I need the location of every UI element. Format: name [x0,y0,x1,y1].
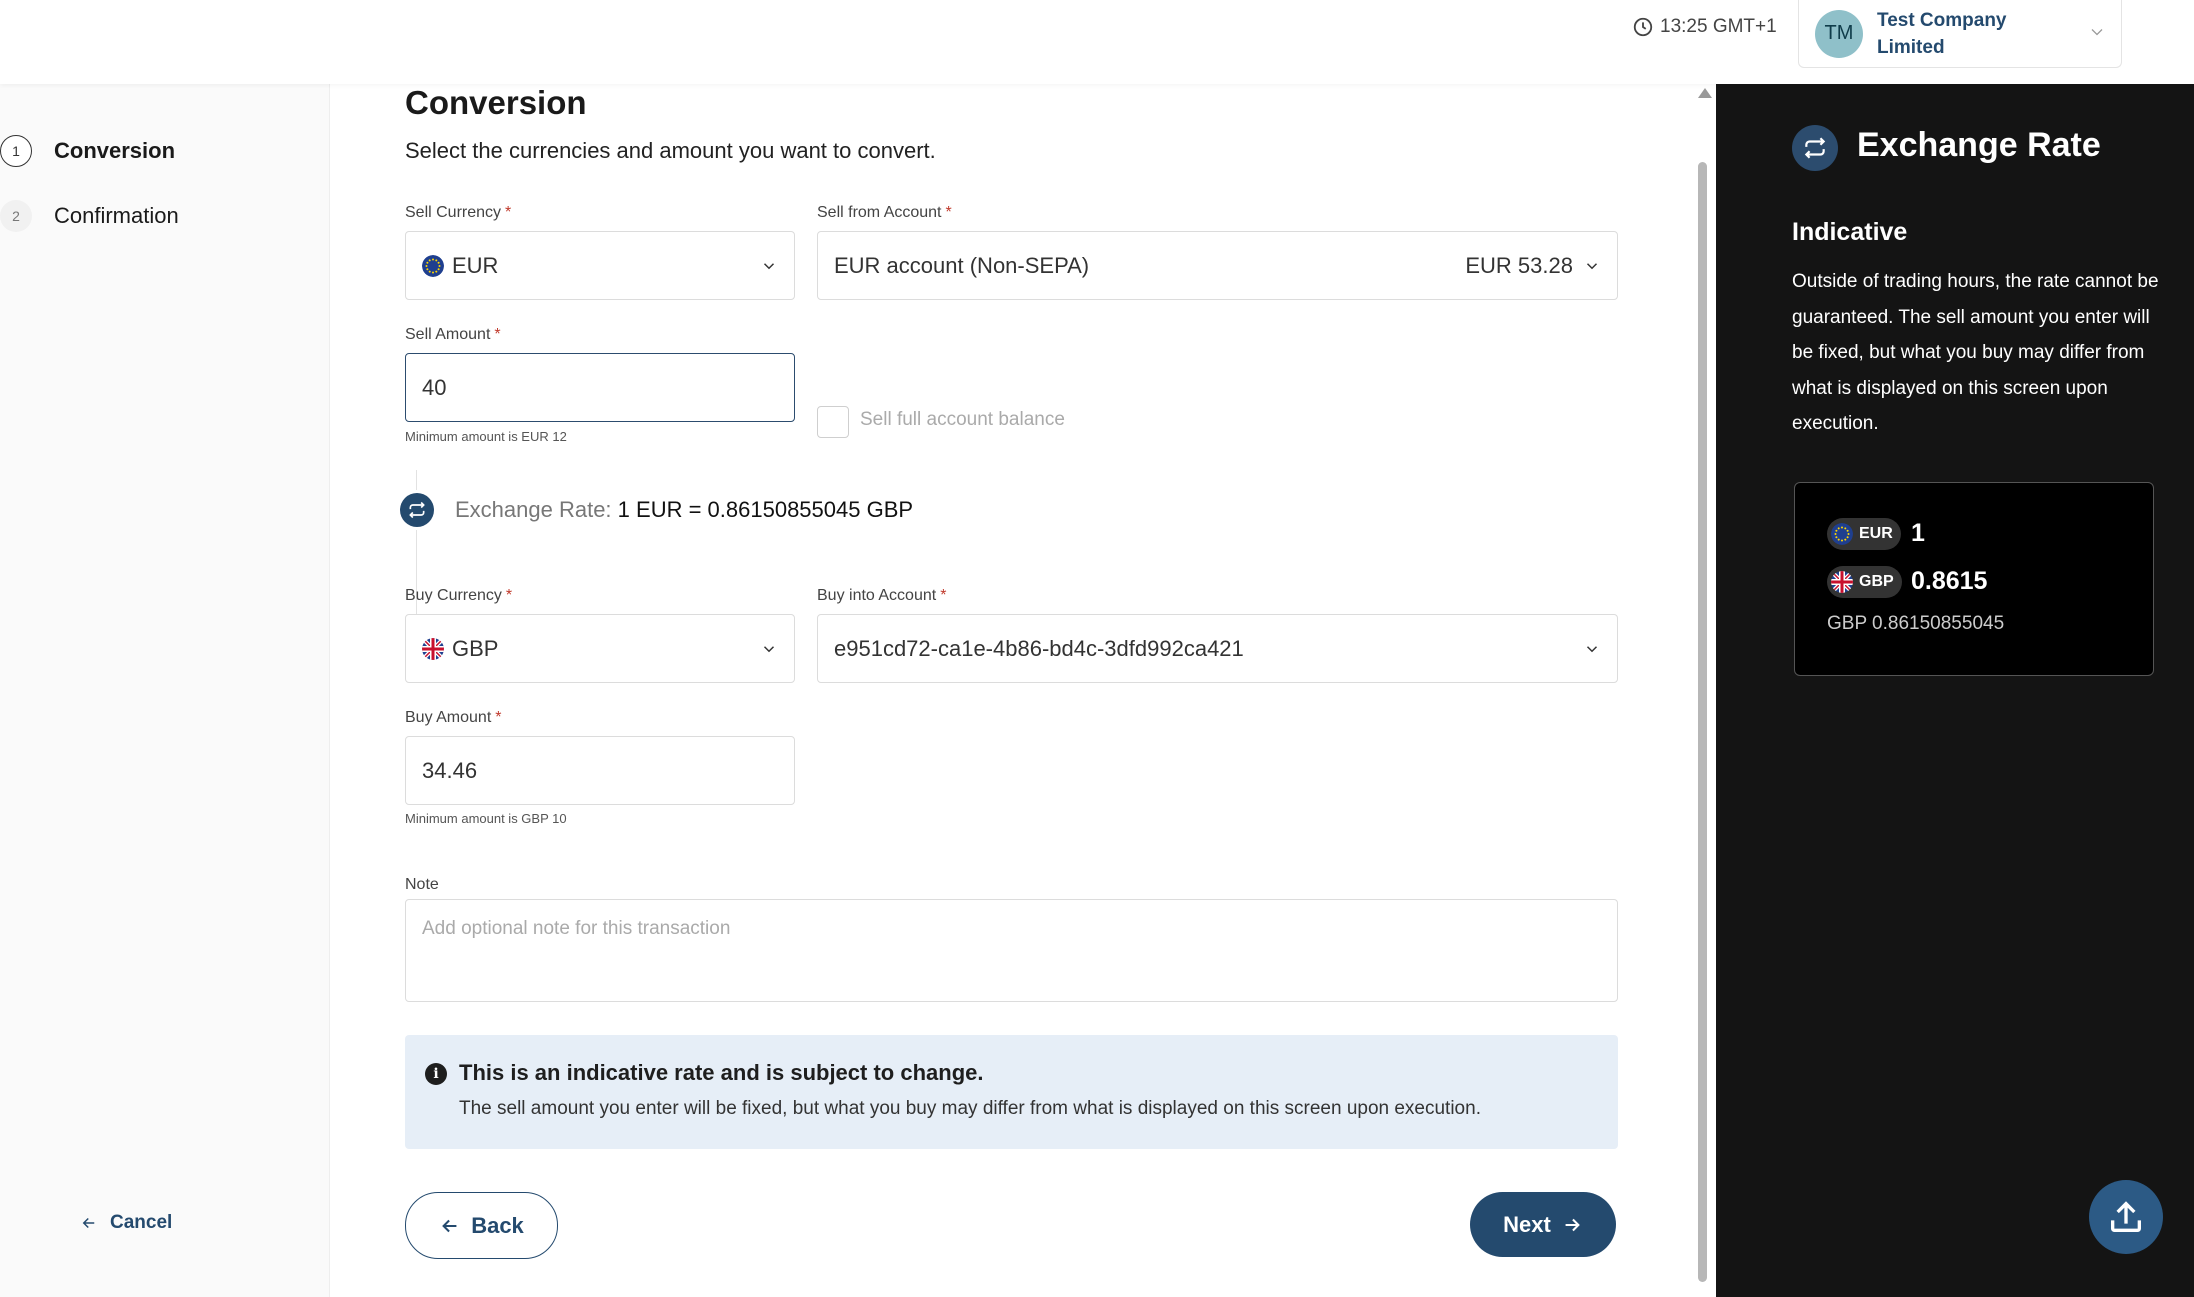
full-rate: GBP 0.86150855045 [1827,613,2005,634]
buy-account-value: e951cd72-ca1e-4b86-bd4c-3dfd992ca421 [834,635,1244,661]
swap-icon [1804,137,1826,159]
info-icon: i [425,1063,447,1085]
sell-rate-value: 1 [1911,519,1925,547]
rate-card: EUR 1 GBP 0.8615 GBP 0.86150855045 [1794,482,2154,676]
company-switcher[interactable]: TM Test Company Limited [1798,0,2122,68]
panel-subtitle: Indicative [1792,218,1908,246]
step-number: 1 [0,135,32,167]
next-label: Next [1503,1211,1551,1237]
note-label: Note [405,876,439,893]
buy-amount-value: 34.46 [422,757,478,783]
sell-account-balance: EUR 53.28 [1465,252,1573,278]
rate-swap-badge [400,493,434,527]
page-subtitle: Select the currencies and amount you wan… [405,138,936,163]
sell-account-select[interactable]: EUR account (Non-SEPA) EUR 53.28 [817,231,1618,300]
buy-amount-hint: Minimum amount is GBP 10 [405,811,567,826]
step-label: Conversion [54,138,176,163]
uk-flag-icon [1831,571,1853,593]
exchange-rate-panel: Exchange Rate Indicative Outside of trad… [1716,84,2194,1297]
chevron-down-icon [2091,29,2103,36]
arrow-left-icon [82,1217,95,1229]
scrollbar-thumb[interactable] [1698,162,1707,1282]
page-title: Conversion [405,84,587,121]
buy-currency-label: Buy Currency * [405,587,513,604]
exchange-rate-value: 1 EUR = 0.86150855045 GBP [617,497,914,522]
sell-account-label: Sell from Account * [817,204,952,221]
required-mark: * [505,587,513,604]
step-conversion[interactable]: 1 Conversion [0,135,175,167]
clock-icon [1633,17,1653,37]
sell-amount-value: 40 [422,374,447,400]
chevron-down-icon [763,645,775,652]
back-button[interactable]: Back [405,1192,558,1259]
buy-rate-value: 0.8615 [1911,567,1988,595]
buy-code: GBP [1859,573,1894,590]
exchange-rate: Exchange Rate: 1 EUR = 0.86150855045 GBP [455,497,913,523]
current-time: 13:25 GMT+1 [1660,16,1777,37]
buy-amount-input[interactable]: 34.46 [405,736,795,805]
step-number: 2 [0,200,32,232]
top-bar: 13:25 GMT+1 TM Test Company Limited [0,0,2194,84]
buy-account-label: Buy into Account * [817,587,947,604]
sell-amount-hint: Minimum amount is EUR 12 [405,429,567,444]
sell-currency-pill: EUR [1827,518,1901,550]
buy-currency-pill: GBP [1827,566,1902,598]
note-textarea[interactable]: Add optional note for this transaction [405,899,1618,1002]
chevron-down-icon [1586,645,1598,652]
clock: 13:25 GMT+1 [1632,16,1777,38]
required-mark: * [495,709,502,726]
sell-full-balance-checkbox[interactable] [817,406,849,438]
sell-full-balance-label: Sell full account balance [860,409,1065,430]
required-mark: * [505,204,512,221]
sell-code: EUR [1859,525,1893,542]
sell-currency-value: EUR [452,252,499,278]
note-placeholder: Add optional note for this transaction [422,918,731,939]
buy-account-select[interactable]: e951cd72-ca1e-4b86-bd4c-3dfd992ca421 [817,614,1618,683]
next-button[interactable]: Next [1470,1192,1616,1257]
back-label: Back [471,1212,524,1238]
sell-amount-input[interactable]: 40 [405,353,795,422]
buy-amount-label: Buy Amount * [405,709,502,726]
steps-sidebar: 1 Conversion 2 Confirmation Cancel [0,84,330,1297]
sell-currency-select[interactable]: EUR [405,231,795,300]
company-name: Test Company Limited [1877,9,2007,58]
upload-icon [2111,1201,2141,1232]
sell-currency-label: Sell Currency * [405,204,512,221]
swap-icon [409,501,425,519]
scroll-up-arrow[interactable] [1698,88,1712,98]
exchange-rate-label: Exchange Rate: [455,497,612,522]
upload-button[interactable] [2089,1180,2163,1254]
chevron-down-icon [1586,262,1598,269]
required-mark: * [940,587,947,604]
alert-body: The sell amount you enter will be fixed,… [459,1098,1481,1119]
buy-currency-value: GBP [452,635,499,661]
conversion-form: Conversion Select the currencies and amo… [330,84,1694,1297]
alert-title: This is an indicative rate and is subjec… [459,1060,984,1085]
uk-flag-icon [422,637,444,660]
panel-description: Outside of trading hours, the rate canno… [1792,271,2159,434]
sell-amount-label: Sell Amount * [405,326,501,343]
step-label: Confirmation [54,203,179,228]
required-mark: * [945,204,952,221]
panel-swap-badge [1792,125,1838,171]
eu-flag-icon [1831,523,1853,545]
panel-title: Exchange Rate [1857,126,2101,164]
eu-flag-icon [422,254,444,277]
step-confirmation[interactable]: 2 Confirmation [0,200,179,232]
cancel-label: Cancel [110,1212,173,1233]
buy-currency-select[interactable]: GBP [405,614,795,683]
arrow-left-icon [442,1219,457,1232]
rate-divider-top [416,470,417,490]
required-mark: * [494,326,501,343]
chevron-down-icon [763,262,775,269]
cancel-button[interactable]: Cancel [80,1212,172,1234]
indicative-rate-alert: i This is an indicative rate and is subj… [405,1035,1618,1149]
sell-account-value: EUR account (Non-SEPA) [834,252,1090,278]
arrow-right-icon [1565,1218,1580,1231]
avatar: TM [1815,9,1863,58]
